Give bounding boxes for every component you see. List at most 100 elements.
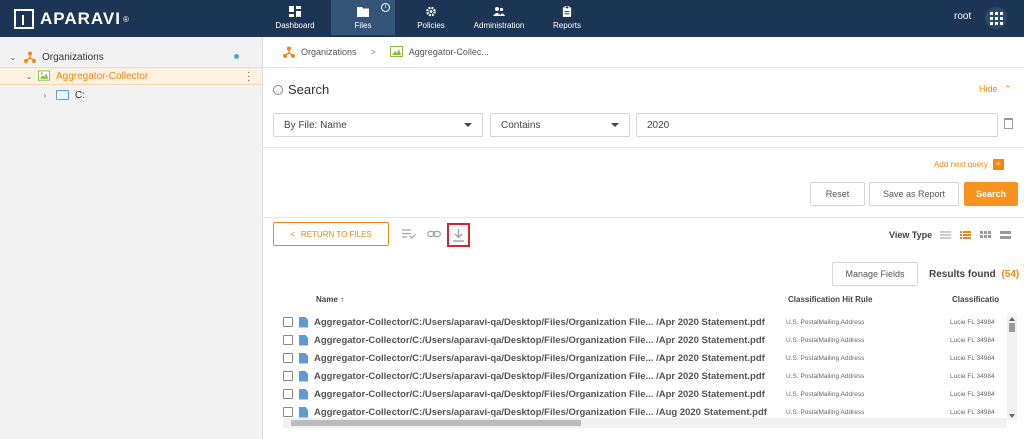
- row-checkbox[interactable]: [283, 353, 293, 363]
- add-query-label: Add next query: [934, 160, 988, 169]
- file-name[interactable]: Aggregator-Collector/C:/Users/aparavi-qa…: [314, 317, 786, 328]
- classification: Lucie FL 34984: [950, 390, 995, 398]
- main-nav: Dashboard Files i Policies Administratio…: [263, 0, 603, 37]
- hit-rule: U.S. PostalMailing Address: [786, 354, 865, 362]
- nav-dashboard-label: Dashboard: [275, 20, 315, 30]
- breadcrumb-separator: >: [370, 47, 376, 57]
- aparavi-logo[interactable]: APARAVI ®: [14, 8, 130, 30]
- list-view-icon[interactable]: [940, 231, 951, 239]
- column-header-classification[interactable]: Classificatio: [952, 295, 999, 304]
- tree-label-organizations: Organizations: [42, 51, 104, 63]
- search-value-input[interactable]: 2020: [636, 113, 998, 137]
- save-as-report-button[interactable]: Save as Report: [869, 182, 959, 206]
- results-found: Results found (54): [929, 269, 1019, 280]
- select-list-icon[interactable]: [402, 229, 416, 239]
- tile-view-icon[interactable]: [1000, 231, 1011, 239]
- row-checkbox[interactable]: [283, 389, 293, 399]
- return-label: RETURN TO FILES: [300, 229, 372, 239]
- table-row[interactable]: Aggregator-Collector/C:/Users/aparavi-qa…: [283, 349, 1007, 367]
- trash-icon[interactable]: [1004, 118, 1013, 129]
- detail-view-icon[interactable]: [960, 231, 971, 239]
- chevron-down-icon[interactable]: ⌄: [24, 72, 34, 81]
- reset-button[interactable]: Reset: [810, 182, 865, 206]
- main-content: Organizations > Aggregator-Collec... Sea…: [263, 37, 1024, 439]
- hide-search-link[interactable]: Hide ⌃: [979, 84, 1012, 95]
- organization-icon: [283, 46, 295, 58]
- table-row[interactable]: Aggregator-Collector/C:/Users/aparavi-qa…: [283, 313, 1007, 331]
- horizontal-scrollbar[interactable]: [283, 418, 1007, 428]
- link-icon[interactable]: [427, 229, 441, 239]
- manage-fields-button[interactable]: Manage Fields: [832, 262, 918, 286]
- column-header-hit-rule[interactable]: Classification Hit Rule: [788, 295, 872, 304]
- file-name[interactable]: Aggregator-Collector/C:/Users/aparavi-qa…: [314, 407, 786, 418]
- scroll-thumb[interactable]: [1009, 323, 1015, 332]
- vertical-scrollbar[interactable]: [1007, 316, 1017, 420]
- row-checkbox[interactable]: [283, 335, 293, 345]
- download-icon: [453, 228, 464, 242]
- tree-item-c-drive[interactable]: › C:: [0, 86, 262, 104]
- row-checkbox[interactable]: [283, 407, 293, 417]
- classification: Lucie FL 34984: [950, 408, 995, 416]
- sidebar-tree: ⌄ Organizations ⌄ Aggregator-Collector ·…: [0, 37, 263, 439]
- tree-item-aggregator-collector[interactable]: ⌄ Aggregator-Collector · · ·: [0, 67, 262, 86]
- file-name[interactable]: Aggregator-Collector/C:/Users/aparavi-qa…: [314, 353, 786, 364]
- column-header-name[interactable]: Name ↑: [316, 295, 344, 304]
- search-button[interactable]: Search: [964, 182, 1018, 206]
- table-row[interactable]: Aggregator-Collector/C:/Users/aparavi-qa…: [283, 385, 1007, 403]
- top-bar: APARAVI ® Dashboard Files i Policies Adm…: [0, 0, 1024, 37]
- field-select-value: By File: Name: [284, 119, 347, 131]
- grid-view-icon[interactable]: [980, 231, 991, 239]
- return-to-files-button[interactable]: < RETURN TO FILES: [273, 222, 389, 246]
- results-count: (54): [1001, 269, 1020, 280]
- table-row[interactable]: Aggregator-Collector/C:/Users/aparavi-qa…: [283, 331, 1007, 349]
- breadcrumb-organizations[interactable]: Organizations: [301, 47, 357, 57]
- row-checkbox[interactable]: [283, 317, 293, 327]
- user-name[interactable]: root: [954, 11, 971, 22]
- document-icon: [299, 352, 308, 364]
- nav-policies[interactable]: Policies: [399, 0, 463, 35]
- gear-icon: [426, 6, 436, 16]
- document-icon: [299, 316, 308, 328]
- nav-reports-label: Reports: [552, 20, 581, 30]
- logo-mark-icon: [14, 9, 34, 29]
- nav-files-label: Files: [354, 20, 372, 30]
- chevron-down-icon[interactable]: ⌄: [8, 53, 18, 62]
- folder-icon: [56, 90, 69, 100]
- info-icon[interactable]: i: [381, 3, 390, 12]
- more-options-icon[interactable]: · · ·: [247, 68, 250, 86]
- apps-grid-icon[interactable]: [985, 7, 1007, 29]
- nav-administration[interactable]: Administration: [467, 0, 531, 35]
- nav-policies-label: Policies: [417, 20, 445, 30]
- scroll-thumb[interactable]: [291, 420, 581, 426]
- scroll-up-icon[interactable]: [1009, 317, 1015, 321]
- breadcrumb-aggregator[interactable]: Aggregator-Collec...: [409, 47, 489, 57]
- tree-item-organizations[interactable]: ⌄ Organizations: [0, 48, 262, 66]
- operator-select[interactable]: Contains: [490, 113, 630, 137]
- users-icon: [493, 6, 505, 16]
- nav-reports[interactable]: Reports: [535, 0, 599, 35]
- field-select[interactable]: By File: Name: [273, 113, 483, 137]
- nav-dashboard[interactable]: Dashboard: [263, 0, 327, 35]
- file-name[interactable]: Aggregator-Collector/C:/Users/aparavi-qa…: [314, 335, 786, 346]
- scroll-down-icon[interactable]: [1009, 414, 1015, 418]
- row-checkbox[interactable]: [283, 371, 293, 381]
- add-next-query[interactable]: Add next query +: [934, 159, 1004, 170]
- document-icon: [299, 370, 308, 382]
- chevron-right-icon[interactable]: ›: [40, 91, 50, 100]
- hide-label: Hide: [979, 84, 998, 94]
- nav-files[interactable]: Files i: [331, 0, 395, 35]
- file-name[interactable]: Aggregator-Collector/C:/Users/aparavi-qa…: [314, 371, 786, 382]
- classification: Lucie FL 34984: [950, 354, 995, 362]
- document-icon: [299, 334, 308, 346]
- hit-rule: U.S. PostalMailing Address: [786, 318, 865, 326]
- hit-rule: U.S. PostalMailing Address: [786, 390, 865, 398]
- table-row[interactable]: Aggregator-Collector/C:/Users/aparavi-qa…: [283, 367, 1007, 385]
- column-name-label: Name: [316, 295, 338, 304]
- download-button[interactable]: [447, 223, 470, 247]
- classification: Lucie FL 34984: [950, 336, 995, 344]
- breadcrumb: Organizations > Aggregator-Collec...: [263, 37, 1024, 68]
- folder-icon: [357, 6, 369, 17]
- chevron-left-icon: <: [290, 229, 295, 239]
- plus-icon: +: [992, 159, 1004, 170]
- file-name[interactable]: Aggregator-Collector/C:/Users/aparavi-qa…: [314, 389, 786, 400]
